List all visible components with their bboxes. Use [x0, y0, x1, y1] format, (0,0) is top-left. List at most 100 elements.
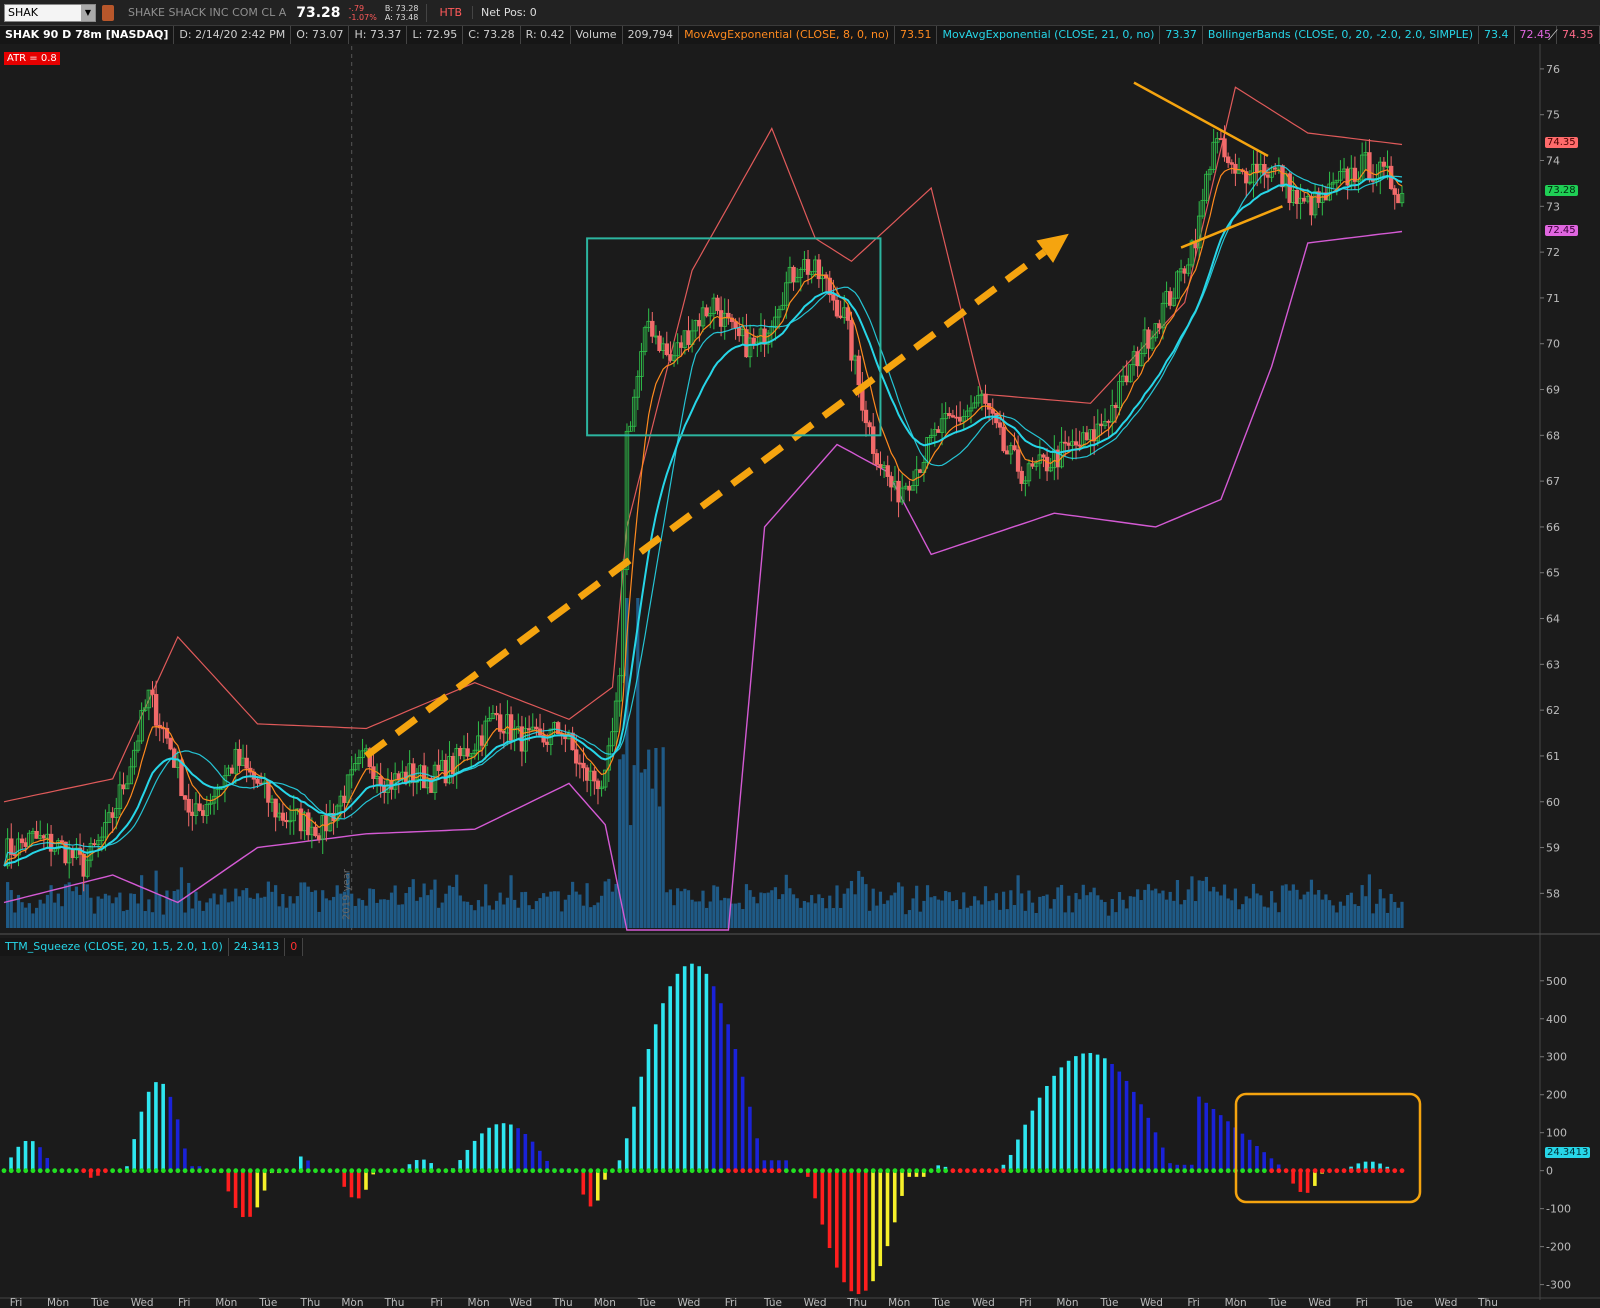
candle-down	[1012, 445, 1017, 451]
candle-down	[197, 803, 202, 811]
volume-bar	[944, 890, 948, 928]
squeeze-dot	[682, 1168, 688, 1174]
volume-bar	[1085, 895, 1089, 928]
squeeze-dot	[1102, 1168, 1108, 1174]
candle-down	[668, 354, 673, 361]
volume-bar	[907, 910, 912, 928]
candle-down	[1044, 456, 1050, 472]
candle-down	[324, 815, 329, 832]
volume-bar	[1139, 900, 1143, 928]
volume-bar	[1320, 899, 1324, 928]
volume-bar	[878, 891, 883, 928]
squeeze-bar	[639, 1076, 644, 1171]
candle-down	[479, 735, 485, 746]
candle-down	[81, 853, 86, 877]
volume-bar	[610, 891, 615, 928]
volume-bar	[208, 898, 213, 928]
volume-bar	[705, 907, 709, 928]
candle-down	[1157, 323, 1162, 329]
volume-bar	[368, 888, 372, 928]
volume-bar	[462, 901, 466, 928]
squeeze-tick-label: 300	[1546, 1051, 1567, 1064]
volume-bar	[150, 912, 155, 928]
volume-bar	[27, 903, 31, 928]
volume-bar	[882, 903, 886, 928]
squeeze-dot	[443, 1168, 449, 1174]
year-marker: 2019 year	[342, 868, 353, 920]
volume-bar	[817, 894, 821, 928]
volume-bar	[67, 882, 71, 928]
volume-bar	[1222, 884, 1227, 928]
volume-bar	[781, 894, 785, 928]
candle-down	[41, 835, 47, 839]
volume-bar	[179, 867, 184, 928]
squeeze-dot	[660, 1168, 666, 1174]
squeeze-bar	[1037, 1097, 1042, 1171]
volume-bar	[1342, 905, 1346, 928]
squeeze-dot	[566, 1168, 572, 1174]
chart-canvas[interactable]: 58 59 60 61 62 63 64 65 66 67 68 69 70 71 72 73 74 75 76 5…	[0, 0, 1600, 1308]
squeeze-bar	[595, 1170, 600, 1201]
volume-bar	[951, 901, 955, 928]
squeeze-bar	[1226, 1121, 1230, 1171]
candle-down	[1222, 138, 1227, 158]
volume-bar	[56, 893, 60, 928]
candle-down	[983, 393, 988, 404]
squeeze-dot	[631, 1168, 637, 1174]
squeeze-dot	[363, 1168, 369, 1174]
volume-bar	[1215, 891, 1219, 928]
volume-bar	[360, 900, 365, 928]
squeeze-dot	[544, 1168, 550, 1174]
squeeze-bar	[255, 1170, 260, 1208]
squeeze-dot	[573, 1168, 579, 1174]
time-tick-label: Fri	[178, 1297, 191, 1308]
volume-bar	[1070, 912, 1075, 928]
volume-bar	[1009, 890, 1013, 928]
candle-down	[805, 259, 811, 275]
squeeze-dot	[870, 1168, 876, 1174]
volume-bar	[484, 884, 488, 928]
volume-bar	[415, 900, 419, 928]
squeeze-bar	[856, 1170, 861, 1295]
volume-bar	[1400, 901, 1404, 928]
squeeze-dot	[834, 1168, 840, 1174]
squeeze-bar	[588, 1170, 593, 1207]
volume-bar	[306, 886, 310, 928]
squeeze-bar	[1117, 1071, 1122, 1171]
squeeze-bar	[487, 1127, 491, 1171]
squeeze-dot	[849, 1168, 854, 1174]
squeeze-dot	[878, 1168, 883, 1174]
squeeze-dot	[1146, 1168, 1151, 1174]
volume-bar	[1193, 901, 1198, 928]
time-tick-label: Wed	[804, 1297, 827, 1308]
volume-bar	[589, 907, 593, 928]
time-axis[interactable]: Fri Mon Tue Wed Fri Mon Tue Thu Mon Thu Fri Mon Wed T…	[10, 1297, 1498, 1308]
squeeze-dot	[276, 1168, 282, 1174]
squeeze-label[interactable]: TTM_Squeeze (CLOSE, 20, 1.5, 2.0, 1.0)	[0, 938, 229, 956]
squeeze-bar	[863, 1170, 868, 1291]
volume-bar	[491, 909, 495, 928]
volume-bar	[893, 892, 897, 928]
squeeze-bar	[740, 1076, 745, 1171]
volume-bar	[1154, 888, 1158, 928]
squeeze-dot	[602, 1168, 608, 1174]
volume-bar	[230, 901, 234, 928]
volume-bar	[665, 892, 669, 928]
squeeze-dot	[1261, 1168, 1267, 1174]
volume-bar	[621, 754, 625, 928]
volume-bar	[712, 885, 716, 928]
squeeze-bar	[23, 1140, 28, 1171]
squeeze-dot	[1348, 1168, 1354, 1174]
squeeze-dot	[117, 1168, 123, 1174]
volume-bar	[317, 911, 321, 928]
squeeze-dot	[1392, 1168, 1398, 1174]
volume-bar	[719, 900, 723, 928]
volume-bar	[38, 899, 42, 928]
volume-bar	[45, 894, 50, 928]
squeeze-axis[interactable]: 500 400 300 200 100 0 -100 -200 -300	[1540, 975, 1571, 1292]
squeeze-dot	[182, 1168, 188, 1174]
squeeze-dot	[1109, 1168, 1115, 1174]
squeeze-bar	[646, 1049, 651, 1171]
squeeze-bar	[1197, 1096, 1201, 1171]
candle-down	[1367, 152, 1372, 180]
